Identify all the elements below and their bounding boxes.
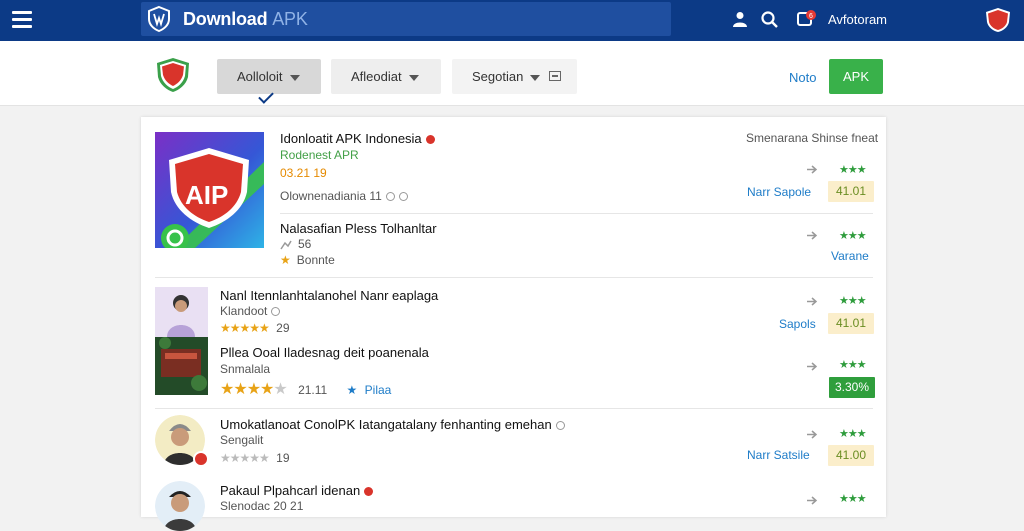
rating-text: 03.21 19 bbox=[280, 166, 327, 180]
rating-stars: ★★★ bbox=[839, 493, 867, 505]
search-icon[interactable] bbox=[760, 10, 779, 29]
info-icon bbox=[555, 421, 565, 431]
rating-row: ★★★★★ 19 bbox=[220, 451, 290, 465]
version-badge: 41.01 bbox=[828, 181, 874, 202]
filter-label: Afleodiat bbox=[351, 69, 402, 84]
info-icon bbox=[398, 192, 408, 202]
rating-row: ★★★★★ 29 bbox=[220, 321, 290, 335]
list-item-title[interactable]: Pakaul Plpahcarl idenan bbox=[220, 483, 374, 498]
arrow-icon[interactable] bbox=[807, 231, 818, 240]
verified-icon bbox=[425, 135, 435, 145]
svg-text:6: 6 bbox=[809, 13, 813, 20]
app-logo-text: AIP bbox=[185, 180, 229, 210]
user-icon[interactable] bbox=[731, 10, 749, 28]
star-icon: ★ bbox=[280, 253, 291, 267]
action-link[interactable]: Varane bbox=[831, 249, 869, 263]
top-bar: Download APK 6 Avfotoram bbox=[0, 0, 1024, 41]
menu-icon[interactable] bbox=[12, 11, 32, 29]
site-search-bar[interactable]: Download APK bbox=[141, 2, 671, 36]
version-badge: 41.01 bbox=[828, 313, 874, 334]
rating-stars: ★★★ bbox=[839, 295, 867, 307]
list-item-meta-2: ★ Bonnte bbox=[280, 253, 335, 267]
arrow-icon[interactable] bbox=[807, 430, 818, 439]
rating-stars: ★★★ bbox=[839, 230, 867, 242]
apk-badge-icon[interactable] bbox=[984, 7, 1012, 33]
list-item-title[interactable]: Umokatlanoat ConolPK Iatangatalany fenha… bbox=[220, 417, 565, 432]
app-thumbnail[interactable] bbox=[155, 287, 208, 395]
list-item-title[interactable]: Pllea Ooal Iladesnag deit poanenala bbox=[220, 345, 429, 360]
notification-icon[interactable]: 6 bbox=[797, 9, 819, 29]
sub-header: Aolloloit Afleodiat Segotian Noto APK bbox=[0, 41, 1024, 106]
filter-dropdown-2[interactable]: Afleodiat bbox=[331, 59, 441, 94]
apk-logo-icon[interactable] bbox=[154, 57, 192, 93]
status-dot bbox=[193, 451, 209, 467]
arrow-icon[interactable] bbox=[807, 496, 818, 505]
rating-stars: ★★★★★ bbox=[220, 451, 270, 465]
list-item-title[interactable]: Nanl Itennlanhtalanohel Nanr eaplaga bbox=[220, 288, 438, 303]
install-badge[interactable]: 3.30% bbox=[829, 377, 875, 398]
user-name[interactable]: Avfotoram bbox=[828, 12, 887, 27]
column-header: Smenarana Shinse fneat bbox=[746, 131, 879, 145]
rating-stars: ★★★ bbox=[839, 359, 867, 371]
verified-icon bbox=[364, 487, 374, 497]
action-link[interactable]: Narr Satsile bbox=[747, 448, 810, 462]
brand-title: Download APK bbox=[183, 9, 308, 29]
version-badge: 41.00 bbox=[828, 445, 874, 466]
arrow-icon[interactable] bbox=[807, 362, 818, 371]
info-icon bbox=[385, 192, 395, 202]
list-item-meta: 56 bbox=[280, 237, 311, 251]
rating-stars: ★★★★★ bbox=[220, 381, 288, 398]
info-icon bbox=[271, 307, 281, 317]
app-image bbox=[155, 287, 208, 395]
list-item-subtitle: Sengalit bbox=[220, 433, 264, 447]
rating-row: ★★★★★ 21.11 ★ Pilaa bbox=[220, 381, 392, 398]
avatar[interactable] bbox=[155, 481, 205, 531]
arrow-icon[interactable] bbox=[807, 165, 818, 174]
tag-link[interactable]: Pilaa bbox=[365, 383, 392, 397]
grid-view-icon[interactable] bbox=[549, 71, 561, 81]
rating-stars: ★★★★★ bbox=[220, 321, 270, 335]
star-icon: ★ bbox=[346, 383, 358, 397]
list-item-subtitle: Slenodac 20 21 bbox=[220, 499, 304, 513]
list-item-subtitle: Rodenest APR bbox=[280, 148, 359, 162]
list-item-subtitle: Snmalala bbox=[220, 362, 271, 376]
action-link[interactable]: Narr Sapole bbox=[747, 185, 811, 199]
list-item-title[interactable]: Idonloatit APK Indonesia bbox=[280, 131, 435, 146]
list-item-subtitle: Klandoot bbox=[220, 304, 281, 318]
app-thumbnail[interactable]: AIP bbox=[155, 132, 264, 248]
rating-stars: ★★★ bbox=[839, 428, 867, 440]
action-link[interactable]: Sapols bbox=[779, 317, 816, 331]
arrow-icon[interactable] bbox=[807, 297, 818, 306]
filter-label: Aolloloit bbox=[237, 69, 283, 84]
app-list-card: AIP Idonloatit APK Indonesia Rodenest AP… bbox=[141, 117, 886, 531]
rating-stars: ★★★ bbox=[839, 164, 867, 176]
apk-button[interactable]: APK bbox=[829, 59, 883, 94]
chevron-down-icon bbox=[530, 74, 541, 81]
shield-logo-icon bbox=[148, 5, 170, 33]
list-item-meta: Olownenadiania 11 bbox=[280, 189, 408, 203]
chevron-down-icon bbox=[408, 74, 419, 81]
person-image bbox=[155, 481, 205, 531]
filter-label: Segotian bbox=[472, 69, 524, 84]
filter-dropdown-3[interactable]: Segotian bbox=[452, 59, 577, 94]
chevron-down-icon bbox=[289, 74, 300, 81]
share-icon bbox=[280, 240, 292, 250]
list-item-title[interactable]: Nalasafian Pless Tolhanltar bbox=[280, 221, 437, 236]
note-link[interactable]: Noto bbox=[789, 70, 816, 85]
